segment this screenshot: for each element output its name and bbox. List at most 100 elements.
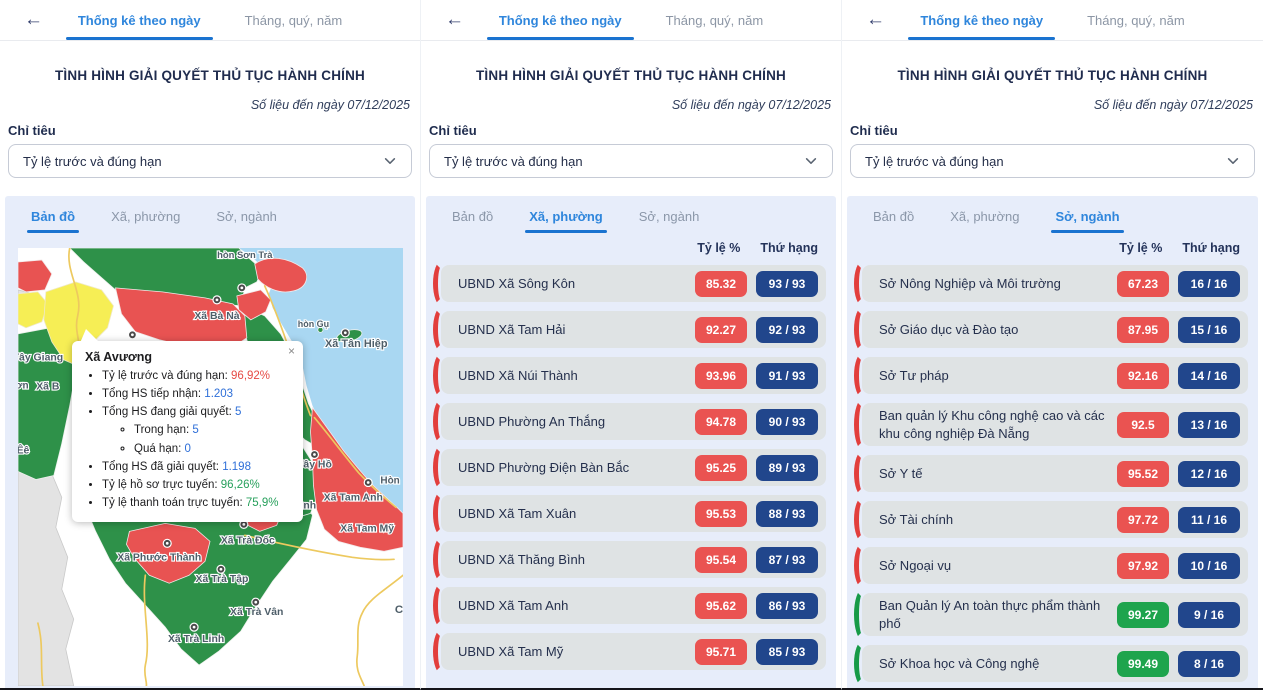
tab-month-quarter-year[interactable]: Tháng, quý, năm	[245, 13, 343, 28]
map-marker-icon[interactable]	[238, 284, 246, 292]
department-row[interactable]: Sở Y tế95.5212 / 16	[862, 455, 1248, 492]
map-region-label: Xã Trà Tập	[196, 574, 249, 585]
row-accent-bracket	[854, 353, 871, 398]
tooltip-stat-item: Tổng HS đã giải quyết: 1.198	[102, 458, 293, 476]
row-accent-bracket	[433, 399, 450, 444]
subtab-communes[interactable]: Xã, phường	[111, 209, 180, 224]
department-row[interactable]: Sở Ngoại vụ97.9210 / 16	[862, 547, 1248, 584]
communes-list: UBND Xã Sông Kôn85.3293 / 93 UBND Xã Tam …	[426, 265, 836, 670]
tooltip-stat-item: Tỷ lệ trước và đúng hạn: 96,92%	[102, 367, 293, 385]
subtab-communes[interactable]: Xã, phường	[529, 209, 603, 224]
subtab-communes[interactable]: Xã, phường	[950, 209, 1019, 224]
rank-badge: 12 / 16	[1178, 461, 1240, 487]
tooltip-stat-item: Trong hạn: 5	[134, 421, 293, 439]
map-region-label: Xã Tam Anh	[324, 492, 383, 503]
tooltip-sub-list: Trong hạn: 5Quá hạn: 0	[102, 421, 293, 457]
department-row[interactable]: Sở Giáo dục và Đào tạo87.9515 / 16	[862, 311, 1248, 348]
rate-badge: 95.25	[695, 455, 747, 481]
page-title: TÌNH HÌNH GIẢI QUYẾT THỦ TỤC HÀNH CHÍNH	[854, 68, 1251, 83]
tooltip-stat-value: 96,26%	[221, 479, 260, 491]
subtab-map[interactable]: Bản đồ	[873, 209, 914, 224]
department-row[interactable]: Ban quản lý Khu công nghệ cao và các khu…	[862, 403, 1248, 446]
commune-row[interactable]: UBND Xã Tam Anh95.6286 / 93	[441, 587, 826, 624]
rate-badge: 97.92	[1117, 553, 1169, 579]
indicator-select[interactable]: Tỷ lệ trước và đúng hạn	[8, 144, 412, 178]
row-accent-bracket	[433, 491, 450, 536]
map-marker-icon[interactable]	[190, 623, 198, 631]
subtab-departments[interactable]: Sở, ngành	[639, 209, 700, 224]
map-canvas[interactable]: hòn Sơn TràXã Bà Nàhòn GụXã Tân HiệpTây …	[18, 248, 403, 686]
row-name: UBND Xã Tam Mỹ	[458, 643, 695, 661]
rank-badge: 88 / 93	[756, 501, 818, 527]
map-marker-icon[interactable]	[341, 329, 349, 337]
row-name: UBND Phường Điện Bàn Bắc	[458, 459, 695, 477]
map-marker-icon[interactable]	[213, 296, 221, 304]
commune-row[interactable]: UBND Xã Thăng Bình95.5487 / 93	[441, 541, 826, 578]
map-tooltip: × Xã Avương Tỷ lệ trước và đúng hạn: 96,…	[72, 341, 303, 522]
tooltip-close-icon[interactable]: ×	[288, 344, 295, 358]
rank-badge: 93 / 93	[756, 271, 818, 297]
rank-badge: 13 / 16	[1178, 412, 1240, 438]
map-region-label: Xã Trà Linh	[168, 634, 224, 645]
commune-row[interactable]: UBND Xã Sông Kôn85.3293 / 93	[441, 265, 826, 302]
commune-row[interactable]: UBND Xã Núi Thành93.9691 / 93	[441, 357, 826, 394]
commune-row[interactable]: UBND Xã Tam Xuân95.5388 / 93	[441, 495, 826, 532]
rank-badge: 86 / 93	[756, 593, 818, 619]
tab-daily-stats[interactable]: Thống kê theo ngày	[78, 13, 201, 28]
department-row[interactable]: Sở Tài chính97.7211 / 16	[862, 501, 1248, 538]
commune-row[interactable]: UBND Xã Tam Hải92.2792 / 93	[441, 311, 826, 348]
rank-badge: 91 / 93	[756, 363, 818, 389]
department-row[interactable]: Ban Quản lý An toàn thực phẩm thành phố9…	[862, 593, 1248, 636]
rank-badge: 15 / 16	[1178, 317, 1240, 343]
subtab-map[interactable]: Bản đồ	[31, 209, 75, 224]
rank-badge: 9 / 16	[1178, 602, 1240, 628]
department-row[interactable]: Sở Khoa học và Công nghệ99.498 / 16	[862, 645, 1248, 682]
data-date-note: Số liệu đến ngày 07/12/2025	[0, 98, 410, 112]
map-marker-icon[interactable]	[163, 539, 171, 547]
indicator-select[interactable]: Tỷ lệ trước và đúng hạn	[429, 144, 833, 178]
subtab-departments[interactable]: Sở, ngành	[1055, 209, 1119, 224]
map-marker-icon[interactable]	[310, 451, 318, 459]
tooltip-stat-value: 5	[235, 406, 241, 418]
indicator-select[interactable]: Tỷ lệ trước và đúng hạn	[850, 144, 1255, 178]
view-subtabs: Bản đồ Xã, phường Sở, ngành	[5, 196, 415, 224]
row-accent-bracket	[433, 583, 450, 628]
row-name: Sở Y tế	[879, 465, 1117, 483]
department-row[interactable]: Sở Nông Nghiệp và Môi trường67.2316 / 16	[862, 265, 1248, 302]
tab-month-quarter-year[interactable]: Tháng, quý, năm	[1087, 13, 1185, 28]
rate-badge: 94.78	[695, 409, 747, 435]
map-marker-icon[interactable]	[217, 565, 225, 573]
map-region-label: ơn	[18, 381, 29, 392]
subtab-departments[interactable]: Sở, ngành	[216, 209, 277, 224]
row-name: UBND Xã Tam Anh	[458, 597, 695, 615]
tab-daily-stats[interactable]: Thống kê theo ngày	[499, 13, 622, 28]
map-region-label: C	[395, 604, 403, 616]
tab-daily-stats[interactable]: Thống kê theo ngày	[920, 13, 1043, 28]
rate-badge: 95.71	[695, 639, 747, 665]
view-subtabs: Bản đồ Xã, phường Sở, ngành	[847, 196, 1258, 224]
tooltip-stat-item: Tổng HS đang giải quyết: 5Trong hạn: 5Qu…	[102, 403, 293, 457]
tab-month-quarter-year[interactable]: Tháng, quý, năm	[666, 13, 764, 28]
department-row[interactable]: Sở Tư pháp92.1614 / 16	[862, 357, 1248, 394]
column-header-rate: Tỷ lệ %	[1119, 241, 1162, 255]
commune-row[interactable]: UBND Xã Tam Mỹ95.7185 / 93	[441, 633, 826, 670]
map-marker-icon[interactable]	[252, 598, 260, 606]
row-accent-bracket	[854, 589, 871, 640]
map-tooltip-list: Tỷ lệ trước và đúng hạn: 96,92%Tổng HS t…	[85, 367, 293, 512]
commune-row[interactable]: UBND Phường Điện Bàn Bắc95.2589 / 93	[441, 449, 826, 486]
subtab-map[interactable]: Bản đồ	[452, 209, 493, 224]
tooltip-stat-value: 75,9%	[246, 497, 279, 509]
map-marker-icon[interactable]	[364, 478, 372, 486]
map-marker-icon[interactable]	[128, 331, 136, 339]
row-name: Sở Tài chính	[879, 511, 1117, 529]
row-name: Ban quản lý Khu công nghệ cao và các khu…	[879, 407, 1117, 442]
rate-badge: 99.49	[1117, 651, 1169, 677]
rate-badge: 92.16	[1117, 363, 1169, 389]
indicator-select-value: Tỷ lệ trước và đúng hạn	[865, 154, 1004, 169]
rank-badge: 92 / 93	[756, 317, 818, 343]
rate-badge: 67.23	[1117, 271, 1169, 297]
page-title: TÌNH HÌNH GIẢI QUYẾT THỦ TỤC HÀNH CHÍNH	[12, 68, 408, 83]
commune-row[interactable]: UBND Phường An Thắng94.7890 / 93	[441, 403, 826, 440]
main-tabs: Thống kê theo ngày Tháng, quý, năm	[842, 0, 1263, 41]
main-tabs: Thống kê theo ngày Tháng, quý, năm	[0, 0, 420, 41]
